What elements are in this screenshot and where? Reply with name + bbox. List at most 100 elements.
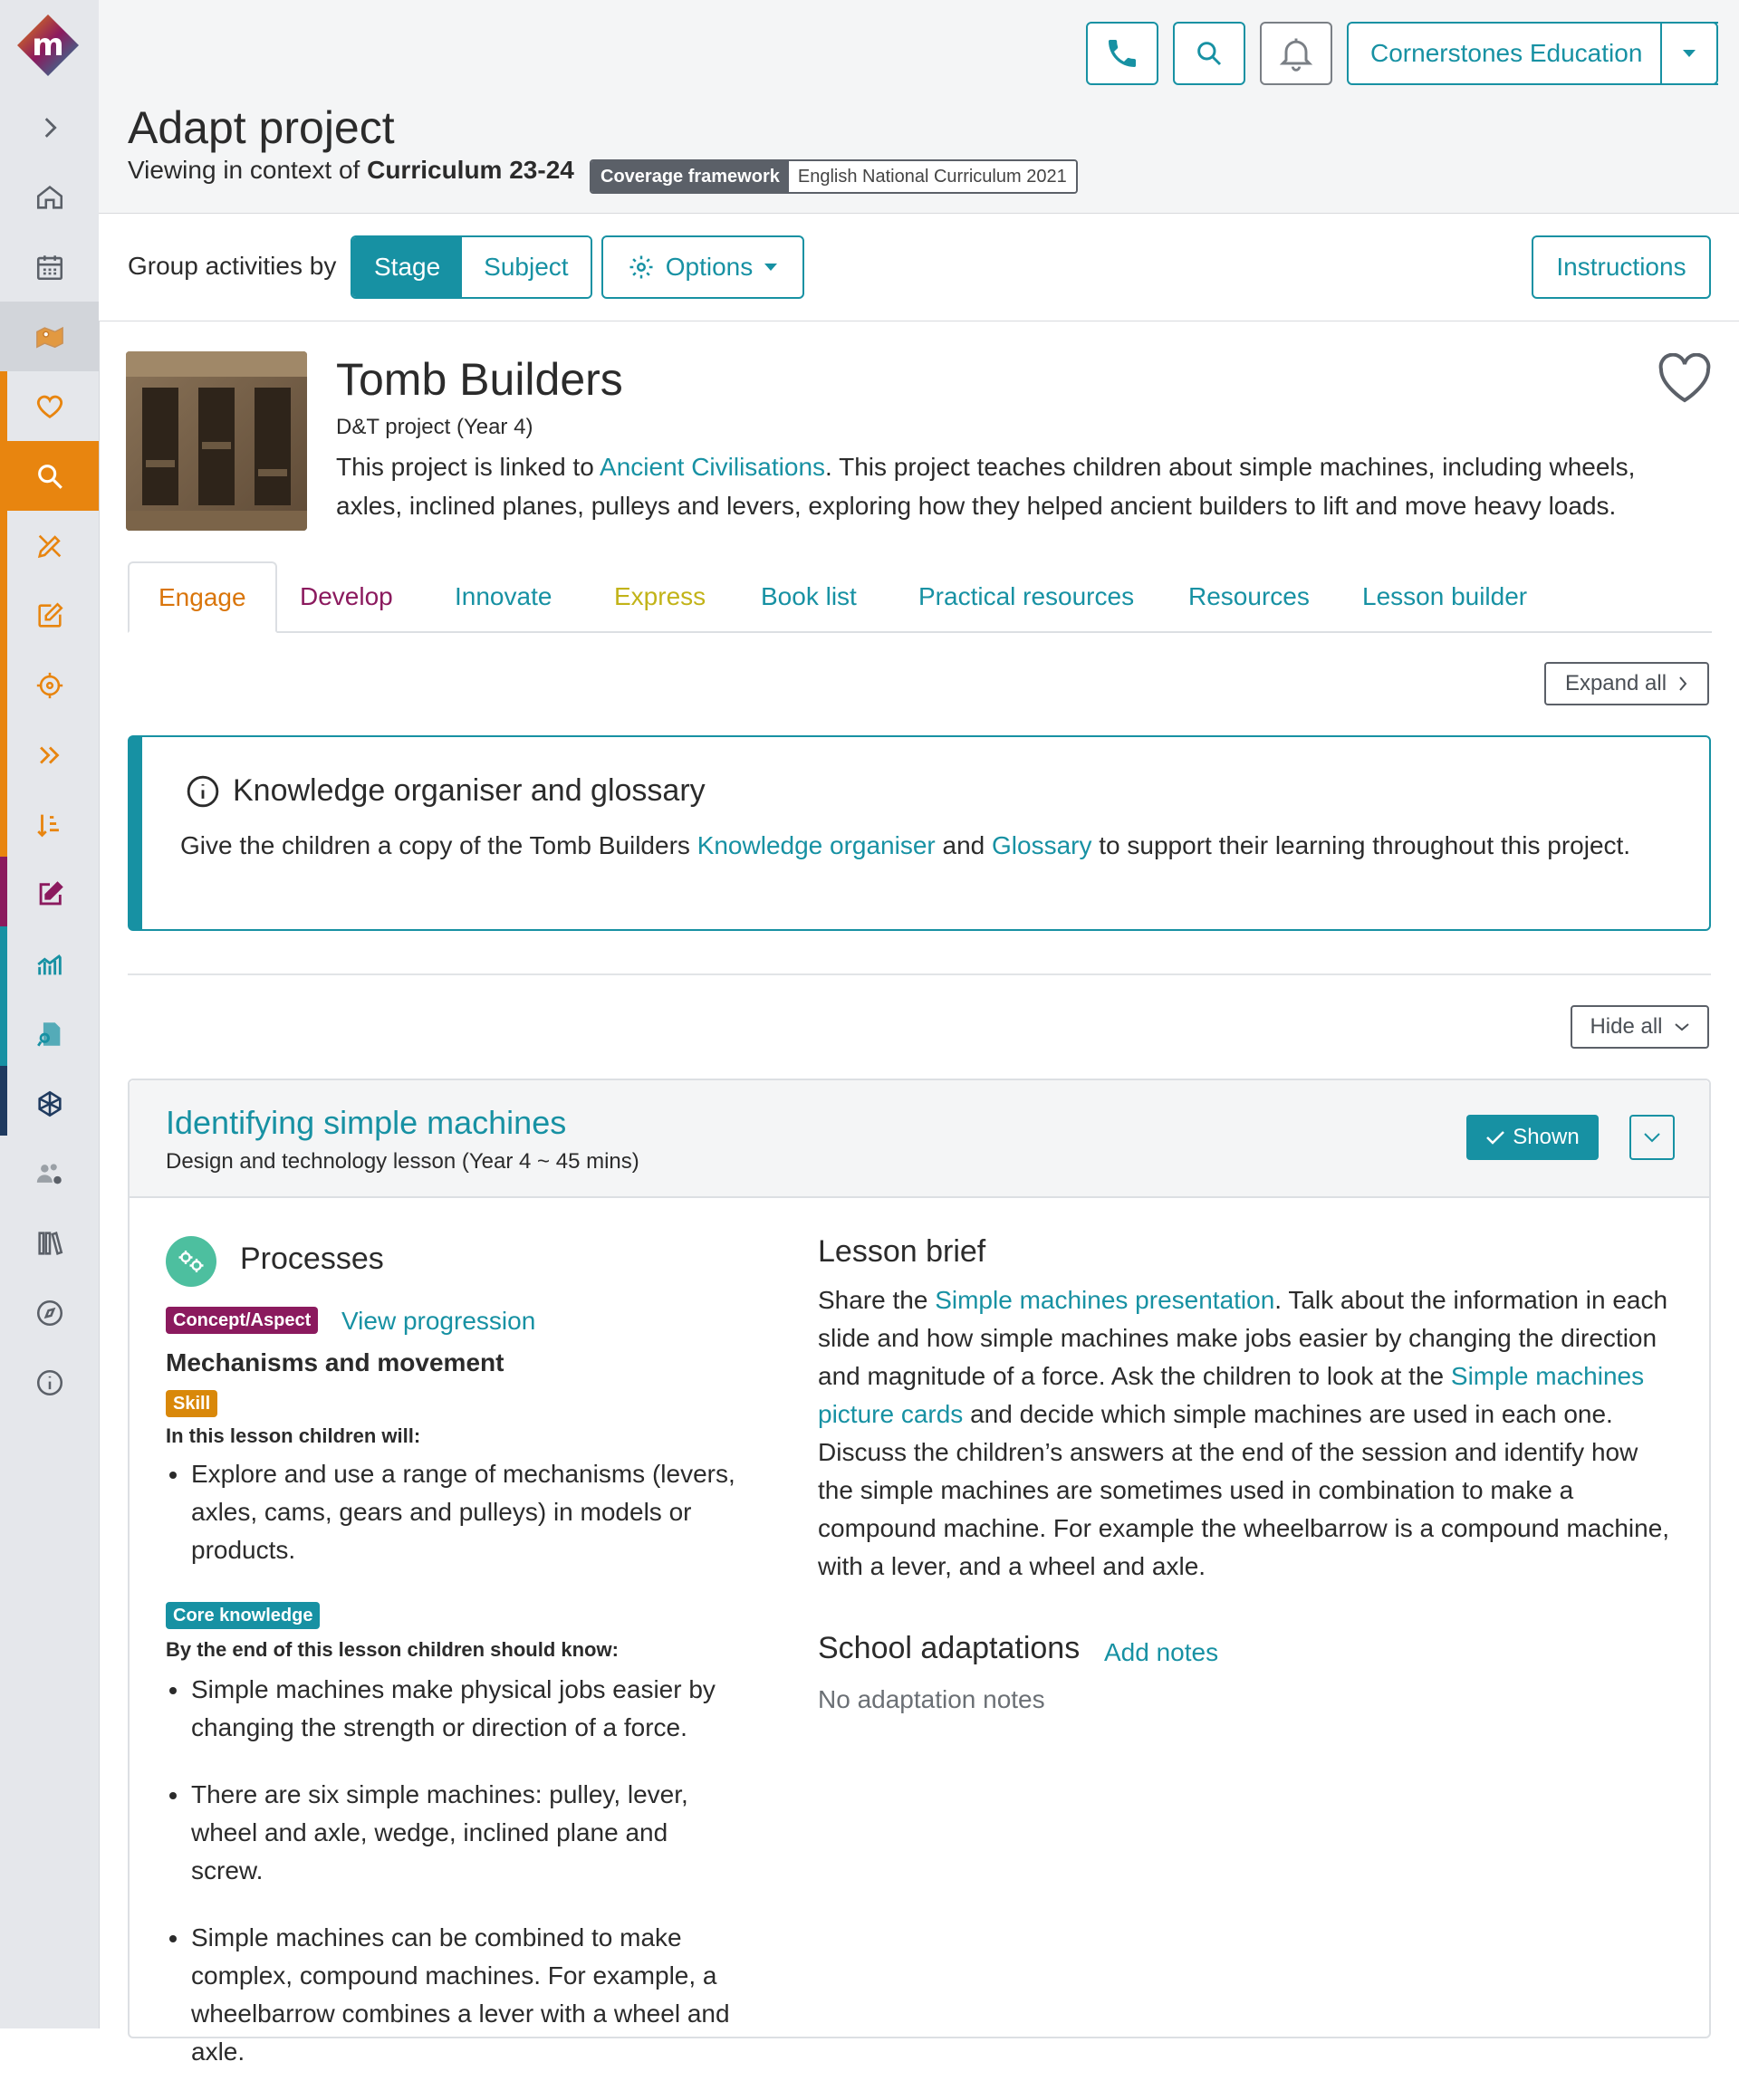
sidebar-item-map[interactable] [0,302,99,371]
calendar-icon [36,254,62,280]
subject-toggle-button[interactable]: Subject [462,237,591,297]
knowledge-text-prefix: Give the children a copy of the Tomb Bui… [180,831,697,859]
glossary-link[interactable]: Glossary [992,831,1091,859]
info-icon [187,775,219,807]
context-prefix: Viewing in context of [128,156,368,184]
knowledge-text-suffix: to support their learning throughout thi… [1091,831,1631,859]
search-icon [37,464,62,489]
skill-list: Explore and use a range of mechanisms (l… [166,1455,745,1598]
app-logo[interactable]: m [15,13,81,78]
search-button[interactable] [1173,22,1245,85]
check-icon [1486,1131,1505,1145]
tab-engage[interactable]: Engage [128,561,277,633]
view-progression-link[interactable]: View progression [341,1307,535,1336]
shown-toggle-button[interactable]: Shown [1466,1115,1599,1160]
lesson-collapse-button[interactable] [1629,1115,1675,1160]
knowledge-organiser-link[interactable]: Knowledge organiser [697,831,936,859]
stage-tabs: Engage Develop Innovate Express Book lis… [128,561,1712,633]
list-item: Simple machines can be combined to make … [166,1919,745,2071]
sidebar-item-edit[interactable] [0,580,99,650]
sidebar-item-explore[interactable] [0,1278,99,1347]
chart-icon [36,954,62,974]
toolbar: Group activities by Stage Subject Option… [99,214,1739,321]
double-chevron-icon [39,745,60,764]
favourite-heart-icon[interactable] [1657,353,1712,404]
sidebar-item-search[interactable] [0,441,99,511]
page-header: Cornerstones Education Adapt project Vie… [99,0,1739,214]
chevron-right-icon [44,117,57,138]
sidebar-item-target[interactable] [0,650,99,720]
project-title: Tomb Builders [336,354,623,405]
sidebar-item-favourites[interactable] [0,371,99,441]
options-button[interactable]: Options [601,235,804,299]
shown-label: Shown [1513,1125,1580,1149]
sidebar-item-sort[interactable] [0,790,99,859]
sidebar-expand[interactable] [0,92,99,162]
expand-all-button[interactable]: Expand all [1544,662,1709,705]
brief-prefix: Share the [818,1286,936,1314]
knowledge-organiser-box: Knowledge organiser and glossary Give th… [128,735,1711,931]
chevron-right-icon [1679,676,1687,691]
add-notes-link[interactable]: Add notes [1104,1638,1218,1667]
sidebar-item-pen[interactable] [0,859,99,929]
core-knowledge-badge: Core knowledge [166,1602,321,1629]
bell-icon [1279,38,1313,72]
chevron-down-icon [1644,1133,1660,1143]
knowledge-title-text: Knowledge organiser and glossary [233,773,706,808]
group-by-toggle: Stage Subject [351,235,592,299]
caret-down-icon [764,264,778,271]
options-label: Options [665,253,754,281]
map-icon [35,326,63,348]
concept-value: Mechanisms and movement [166,1348,504,1376]
context-value: Curriculum 23-24 [367,156,574,184]
info-icon [36,1369,62,1395]
instructions-button[interactable]: Instructions [1532,235,1711,299]
tab-innovate[interactable]: Innovate [455,561,552,631]
sidebar-item-progression[interactable] [0,720,99,790]
sidebar: m [0,0,100,2028]
gear-icon [629,255,653,279]
library-icon [37,1231,62,1255]
sidebar-item-calendar[interactable] [0,232,99,302]
chevron-down-icon [1674,1023,1689,1031]
tab-develop[interactable]: Develop [300,561,393,631]
lesson-card: Identifying simple machines Design and t… [128,1079,1711,2066]
list-item: Explore and use a range of mechanisms (l… [166,1455,745,1569]
phone-button[interactable] [1086,22,1158,85]
sort-icon [36,814,59,837]
notifications-button[interactable] [1260,22,1332,85]
no-adaptation-notes: No adaptation notes [818,1685,1045,1713]
core-knowledge-list: Simple machines make physical jobs easie… [166,1671,745,2100]
knowledge-title: Knowledge organiser and glossary [186,773,706,809]
tab-lesson-builder[interactable]: Lesson builder [1362,561,1527,631]
document-search-icon [36,1021,60,1047]
account-dropdown-button[interactable] [1660,22,1718,85]
school-adaptations-title: School adaptations [818,1631,1081,1665]
skill-label: In this lesson children will: [166,1424,421,1447]
sidebar-item-home[interactable] [0,162,99,232]
sidebar-item-users[interactable] [0,1138,99,1208]
sidebar-item-design[interactable] [0,511,99,580]
processes-icon [166,1236,216,1287]
tab-resources[interactable]: Resources [1188,561,1310,631]
tab-book-list[interactable]: Book list [761,561,857,631]
tab-express[interactable]: Express [614,561,706,631]
lesson-title[interactable]: Identifying simple machines [166,1104,566,1142]
sidebar-item-documents[interactable] [0,999,99,1069]
sidebar-item-info[interactable] [0,1347,99,1417]
ancient-civilisations-link[interactable]: Ancient Civilisations [600,453,825,481]
edit-tools-icon [37,534,61,558]
lesson-card-header: Identifying simple machines Design and t… [130,1080,1709,1198]
sidebar-item-analytics[interactable] [0,929,99,999]
hide-all-button[interactable]: Hide all [1571,1005,1709,1049]
project-subtitle: D&T project (Year 4) [336,415,533,439]
stage-toggle-button[interactable]: Stage [352,237,463,297]
context-line: Viewing in context of Curriculum 23-24 [128,156,574,185]
sidebar-item-library[interactable] [0,1208,99,1278]
expand-all-label: Expand all [1564,671,1667,695]
simple-machines-presentation-link[interactable]: Simple machines presentation [935,1286,1274,1314]
account-label: Cornerstones Education [1370,39,1643,67]
sidebar-item-network[interactable] [0,1069,99,1138]
lesson-brief-title: Lesson brief [818,1234,986,1269]
tab-practical-resources[interactable]: Practical resources [918,561,1134,631]
